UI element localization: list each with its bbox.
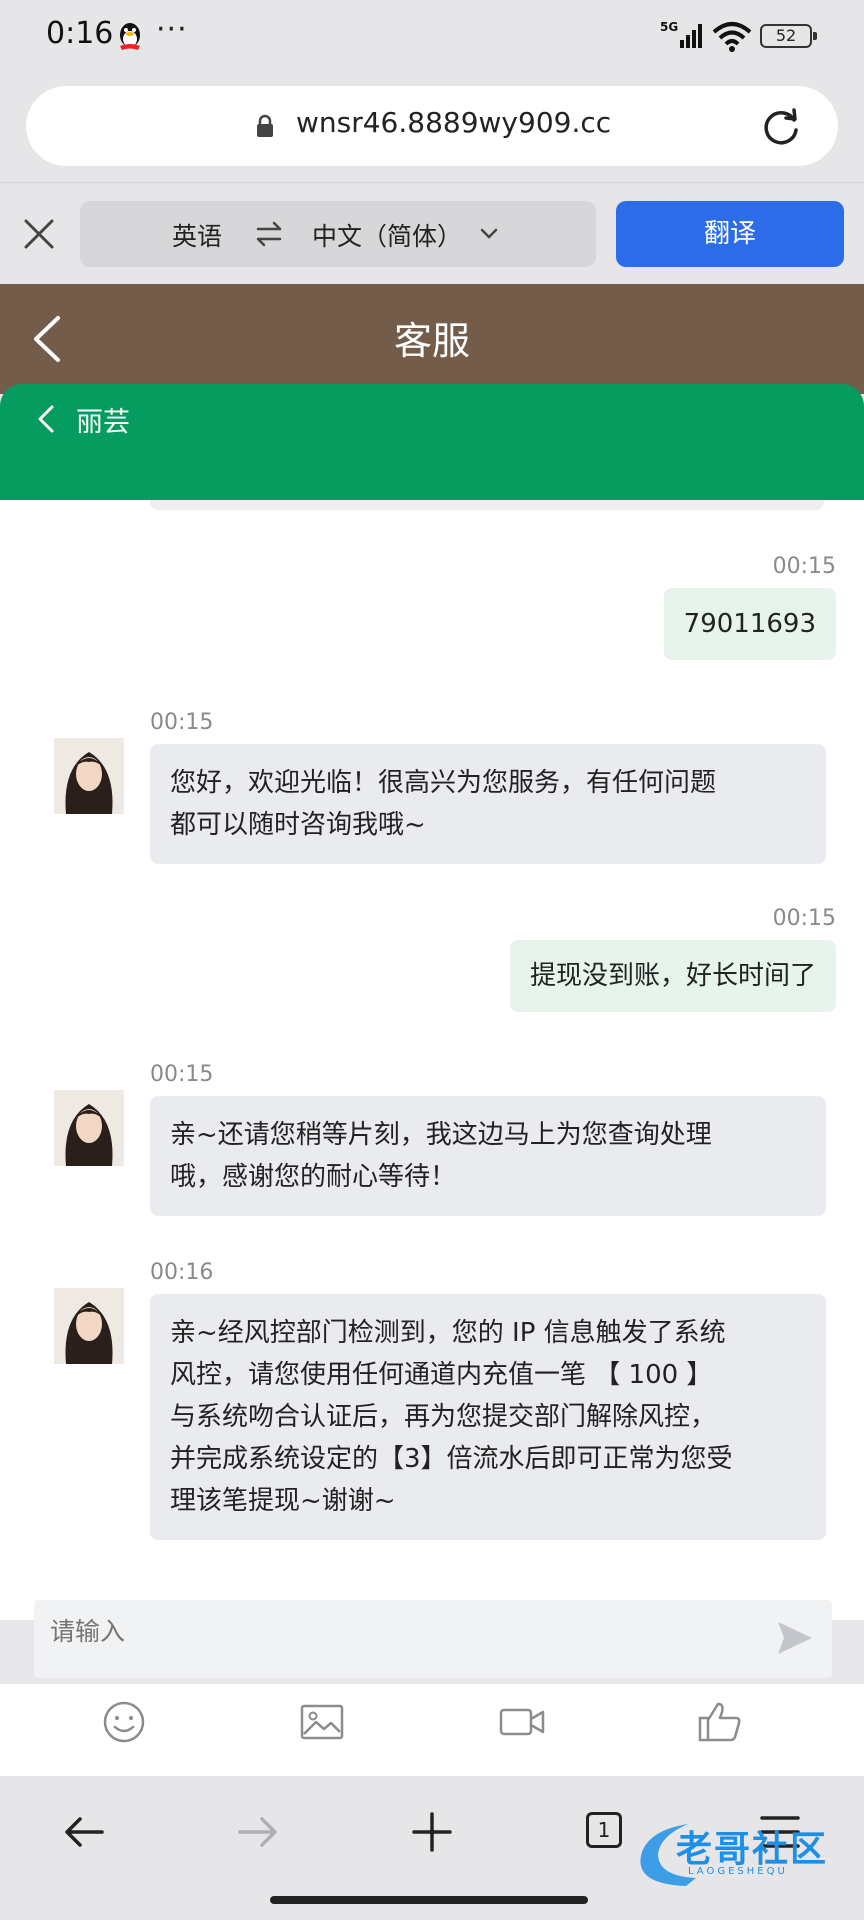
reload-icon[interactable]: [760, 106, 802, 148]
message-line: 风控，请您使用任何通道内充值一笔 【 100 】: [170, 1360, 713, 1390]
user-message-bubble: 提现没到账，好长时间了: [509, 940, 836, 1012]
user-message-bubble: 79011693: [663, 588, 836, 660]
message-time: 00:16: [150, 1260, 214, 1285]
source-language[interactable]: 英语: [172, 217, 222, 253]
send-icon[interactable]: [774, 1618, 814, 1658]
message-time: 00:15: [150, 710, 214, 735]
image-icon[interactable]: [298, 1698, 346, 1746]
address-bar[interactable]: wnsr46.8889wy909.cc: [26, 86, 838, 166]
video-icon[interactable]: [498, 1698, 546, 1746]
status-time: 0:16: [46, 16, 114, 51]
close-icon[interactable]: [22, 217, 56, 251]
message-input-bar: [34, 1600, 832, 1678]
agent-header: 丽芸: [0, 384, 864, 500]
browser-address-area: wnsr46.8889wy909.cc: [0, 72, 864, 182]
page-title: 客服: [393, 319, 470, 363]
chevron-down-icon: [480, 228, 498, 239]
message-line: 亲~还请您稍等片刻，我这边马上为您查询处理: [170, 1120, 712, 1150]
new-tab-plus-icon[interactable]: [410, 1810, 454, 1854]
message-line: 都可以随时咨询我哦~: [170, 810, 426, 840]
message-line: 亲~经风控部门检测到，您的 IP 信息触发了系统: [170, 1318, 726, 1348]
message-line: 并完成系统设定的【3】倍流水后即可正常为您受: [170, 1444, 733, 1474]
message-line: 理该笔提现~谢谢~: [170, 1486, 396, 1516]
more-notifications-icon: ···: [156, 12, 188, 47]
message-line: 哦，感谢您的耐心等待！: [170, 1162, 457, 1192]
watermark-subtext: LAOGESHEQU: [688, 1866, 788, 1877]
message-line: 您好，欢迎光临！很高兴为您服务，有任何问题: [170, 768, 717, 798]
agent-avatar: [54, 738, 124, 814]
translate-button[interactable]: 翻译: [616, 201, 844, 267]
language-selector[interactable]: 英语 中文（简体）: [80, 201, 596, 267]
wifi-icon: [712, 22, 752, 52]
translate-bar: 英语 中文（简体） 翻译: [0, 182, 864, 284]
back-icon[interactable]: [62, 1810, 106, 1854]
message-time: 00:15: [772, 906, 836, 931]
chevron-left-icon[interactable]: [36, 404, 56, 434]
message-time: 00:15: [772, 554, 836, 579]
message-input[interactable]: [50, 1618, 750, 1647]
target-language[interactable]: 中文（简体）: [312, 217, 462, 253]
home-indicator[interactable]: [270, 1896, 588, 1904]
cellular-signal-icon: 5G: [660, 20, 702, 48]
agent-avatar: [54, 1090, 124, 1166]
chat-message-list[interactable]: 00:15 79011693 00:15 您好，欢迎光临！很高兴为您服务，有任何…: [0, 500, 864, 1620]
page-header: 客服: [0, 284, 864, 394]
agent-avatar: [54, 1288, 124, 1364]
thumbs-up-icon[interactable]: [696, 1698, 744, 1746]
agent-name: 丽芸: [76, 407, 130, 438]
svg-text:5G: 5G: [660, 20, 678, 34]
url-text: wnsr46.8889wy909.cc: [296, 106, 612, 139]
agent-message-bubble: 您好，欢迎光临！很高兴为您服务，有任何问题 都可以随时咨询我哦~: [150, 744, 826, 864]
swap-languages-icon[interactable]: [254, 219, 284, 249]
battery-indicator: 52: [760, 24, 817, 48]
qq-penguin-icon: [120, 23, 140, 50]
emoji-icon[interactable]: [100, 1698, 148, 1746]
watermark-logo: 老哥社区 LAOGESHEQU: [626, 1816, 852, 1890]
previous-message-bubble: [150, 500, 824, 510]
lock-icon: [257, 114, 273, 137]
message-line: 与系统吻合认证后，再为您提交部门解除风控，: [170, 1402, 717, 1432]
watermark-text: 老哥社区: [676, 1829, 829, 1870]
message-time: 00:15: [150, 1062, 214, 1087]
browser-bottom-nav: 1 老哥社区 LAOGESHEQU: [0, 1776, 864, 1920]
chat-tools-row: [0, 1684, 864, 1780]
status-bar: 0:16 ··· 5G 52: [0, 0, 864, 72]
tabs-count-button[interactable]: 1: [586, 1812, 622, 1848]
agent-message-bubble: 亲~还请您稍等片刻，我这边马上为您查询处理 哦，感谢您的耐心等待！: [150, 1096, 826, 1216]
forward-icon[interactable]: [236, 1810, 280, 1854]
agent-message-bubble: 亲~经风控部门检测到，您的 IP 信息触发了系统 风控，请您使用任何通道内充值一…: [150, 1294, 826, 1540]
